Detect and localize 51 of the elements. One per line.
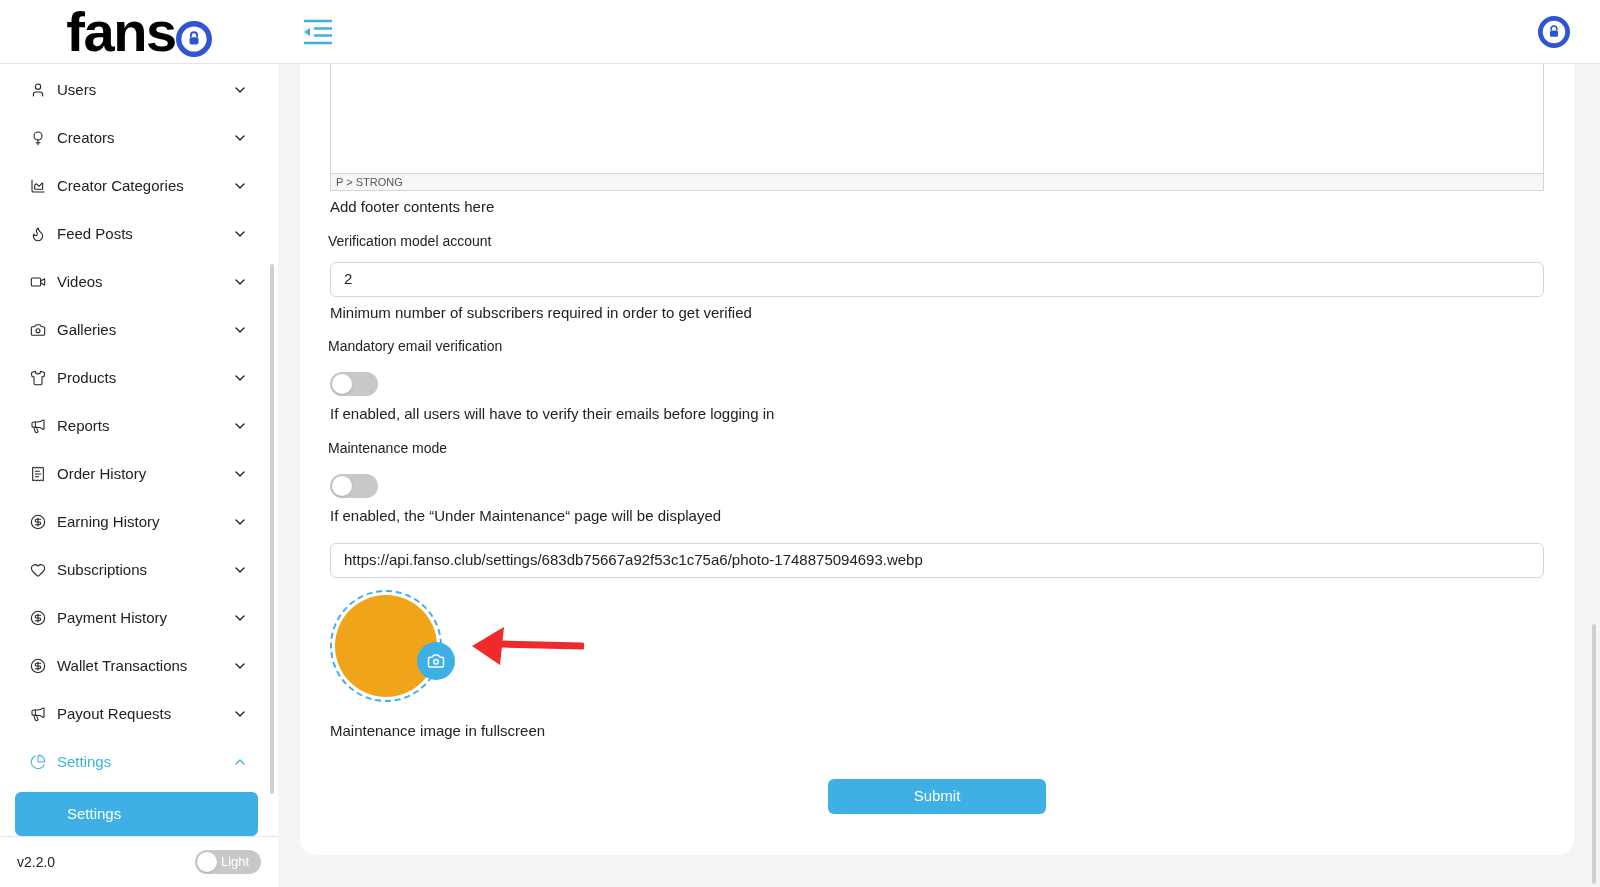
menu-item-icon <box>30 466 46 482</box>
menu-item-icon <box>30 706 46 722</box>
input-field[interactable]: 2 <box>330 261 1544 297</box>
camera-icon <box>427 652 445 670</box>
toggle-switch[interactable] <box>330 473 378 498</box>
menu-item-icon <box>30 130 46 146</box>
menu-item-icon <box>30 658 46 674</box>
input-field[interactable]: https://api.fanso.club/settings/683db75667a92f53c1c75a6/photo-1748875094693.webp <box>330 543 1544 578</box>
help-text: If enabled, the “Under Maintenance“ page will be displayed <box>330 505 723 526</box>
sidebar-item[interactable]: Payment History <box>15 594 258 642</box>
toggle-switch[interactable] <box>330 372 378 396</box>
sidebar-item[interactable]: Reports <box>15 402 258 450</box>
menu-item-icon <box>30 226 46 242</box>
sidebar-item[interactable]: Galleries <box>15 306 258 354</box>
field-label: Maintenance mode <box>328 438 449 458</box>
menu-item-icon <box>30 370 46 386</box>
logo-text: fans <box>66 3 176 60</box>
sidebar-item[interactable]: Users <box>15 66 258 114</box>
sidebar-item[interactable]: Earning History <box>15 498 258 546</box>
menu-item-icon <box>30 562 46 578</box>
camera-button[interactable] <box>417 642 455 680</box>
version-label: v2.2.0 <box>17 852 56 872</box>
sidebar-item[interactable]: Payout Requests <box>15 690 258 738</box>
sidebar-item[interactable]: Wallet Transactions <box>15 642 258 690</box>
photo-placeholder[interactable] <box>330 590 442 702</box>
sidebar-item[interactable]: Order History <box>15 450 258 498</box>
menu-item-icon <box>30 274 46 290</box>
sidebar-item[interactable]: Feed Posts <box>15 210 258 258</box>
sidebar-item[interactable]: Creators <box>15 114 258 162</box>
menu-item-icon <box>30 754 46 770</box>
menu-item-icon <box>30 82 46 98</box>
menu-item-icon <box>30 418 46 434</box>
help-text: If enabled, all users will have to verify their emails before logging in <box>330 404 776 424</box>
menu-item-icon <box>30 514 46 530</box>
logo-icon <box>175 20 212 57</box>
menu-item-icon <box>30 610 46 626</box>
profile-avatar-icon <box>1538 15 1570 48</box>
sidebar-item[interactable]: Videos <box>15 258 258 306</box>
editor-area[interactable]: P > STRONG <box>330 64 1544 191</box>
editor-path: P > STRONG <box>336 174 403 190</box>
sidebar-item[interactable]: Creator Categories <box>15 162 258 210</box>
field-label: Verification model account <box>328 231 493 251</box>
sidebar-item[interactable]: Products <box>15 354 258 402</box>
sidebar-item[interactable]: Subscriptions <box>15 546 258 594</box>
help-text: Minimum number of subscribers required in order to get verified <box>330 302 753 323</box>
help-text: Maintenance image in fullscreen <box>330 721 547 741</box>
menu-item-icon <box>30 178 46 194</box>
help-text: Add footer contents here <box>330 197 496 217</box>
field-label: Mandatory email verification <box>328 337 504 356</box>
menu-item-icon <box>30 322 46 338</box>
menu-collapse-icon[interactable] <box>302 18 334 45</box>
